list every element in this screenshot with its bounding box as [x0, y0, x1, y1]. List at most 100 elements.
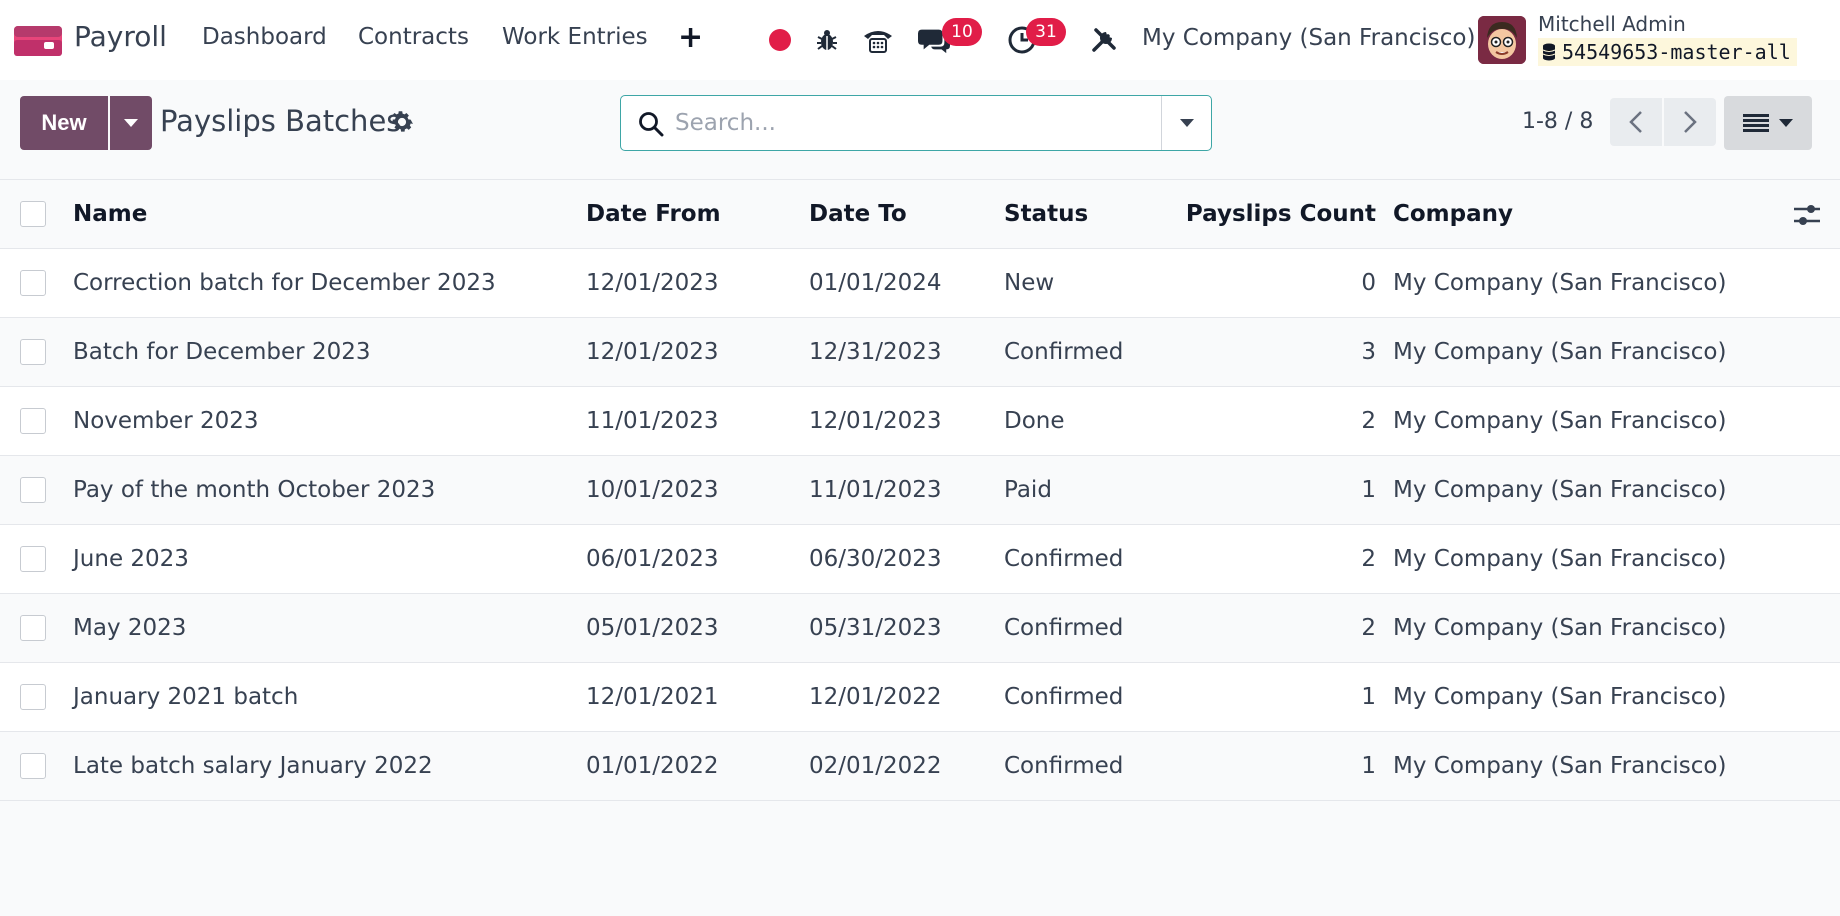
search-options-toggle[interactable] — [1161, 96, 1211, 150]
column-header-name[interactable]: Name — [73, 180, 147, 248]
cell-payslips-count: 2 — [1361, 615, 1376, 641]
cell-date-to: 12/01/2022 — [809, 684, 942, 710]
column-header-status[interactable]: Status — [1004, 180, 1088, 248]
cell-name: May 2023 — [73, 615, 187, 641]
cell-payslips-count: 0 — [1361, 270, 1376, 296]
cell-status: New — [1004, 270, 1055, 296]
chevron-left-icon — [1629, 111, 1642, 133]
cell-company: My Company (San Francisco) — [1393, 615, 1727, 641]
database-icon — [1542, 43, 1556, 61]
chevron-right-icon — [1684, 111, 1697, 133]
cell-date-to: 12/31/2023 — [809, 339, 942, 365]
row-checkbox[interactable] — [20, 408, 46, 434]
view-switcher-button[interactable] — [1724, 96, 1812, 150]
cell-name: Correction batch for December 2023 — [73, 270, 496, 296]
cell-date-to: 01/01/2024 — [809, 270, 942, 296]
new-button[interactable]: New — [20, 96, 108, 150]
cell-date-to: 02/01/2022 — [809, 753, 942, 779]
table-row[interactable]: Batch for December 2023 12/01/2023 12/31… — [0, 318, 1840, 387]
optional-columns-icon[interactable] — [1792, 200, 1822, 230]
column-header-company[interactable]: Company — [1393, 180, 1513, 248]
phone-icon[interactable] — [862, 24, 894, 56]
row-checkbox[interactable] — [20, 684, 46, 710]
menu-work-entries[interactable]: Work Entries — [502, 24, 648, 50]
cell-date-from: 12/01/2023 — [586, 270, 719, 296]
cell-name: Late batch salary January 2022 — [73, 753, 433, 779]
menu-contracts[interactable]: Contracts — [358, 24, 469, 50]
gear-icon[interactable] — [388, 108, 416, 136]
cell-date-to: 06/30/2023 — [809, 546, 942, 572]
cell-payslips-count: 1 — [1361, 753, 1376, 779]
table-row[interactable]: Late batch salary January 2022 01/01/202… — [0, 732, 1840, 801]
cell-company: My Company (San Francisco) — [1393, 339, 1727, 365]
menu-dashboard[interactable]: Dashboard — [202, 24, 327, 50]
caret-down-icon — [1179, 119, 1194, 127]
cell-company: My Company (San Francisco) — [1393, 684, 1727, 710]
row-checkbox[interactable] — [20, 270, 46, 296]
database-name: 54549653-master-all — [1538, 38, 1797, 66]
cell-date-to: 05/31/2023 — [809, 615, 942, 641]
row-checkbox[interactable] — [20, 546, 46, 572]
cell-payslips-count: 3 — [1361, 339, 1376, 365]
cell-name: January 2021 batch — [73, 684, 299, 710]
user-avatar[interactable] — [1478, 16, 1526, 64]
cell-company: My Company (San Francisco) — [1393, 270, 1727, 296]
user-name[interactable]: Mitchell Admin — [1538, 12, 1686, 36]
column-header-date-to[interactable]: Date To — [809, 180, 907, 248]
table-header: Name Date From Date To Status Payslips C… — [0, 179, 1840, 249]
activities-badge: 31 — [1026, 18, 1066, 46]
settings-tools-icon[interactable] — [1088, 24, 1120, 56]
table-row[interactable]: Correction batch for December 2023 12/01… — [0, 249, 1840, 318]
table-row[interactable]: Pay of the month October 2023 10/01/2023… — [0, 456, 1840, 525]
cell-name: June 2023 — [73, 546, 189, 572]
cell-date-from: 06/01/2023 — [586, 546, 719, 572]
new-dropdown-toggle[interactable] — [110, 96, 152, 150]
list-table: Name Date From Date To Status Payslips C… — [0, 179, 1840, 801]
company-switcher[interactable]: My Company (San Francisco) — [1142, 25, 1475, 51]
cell-date-to: 11/01/2023 — [809, 477, 942, 503]
database-label: 54549653-master-all — [1562, 40, 1791, 64]
messages-badge: 10 — [942, 18, 982, 46]
cell-date-from: 11/01/2023 — [586, 408, 719, 434]
caret-down-icon — [124, 119, 138, 127]
cell-date-from: 10/01/2023 — [586, 477, 719, 503]
cell-company: My Company (San Francisco) — [1393, 546, 1727, 572]
row-checkbox[interactable] — [20, 339, 46, 365]
cell-name: Batch for December 2023 — [73, 339, 371, 365]
column-header-date-from[interactable]: Date From — [586, 180, 721, 248]
cell-payslips-count: 1 — [1361, 684, 1376, 710]
cell-name: November 2023 — [73, 408, 259, 434]
cell-payslips-count: 2 — [1361, 546, 1376, 572]
column-header-payslips-count[interactable]: Payslips Count — [1180, 180, 1376, 248]
cell-company: My Company (San Francisco) — [1393, 408, 1727, 434]
cell-status: Confirmed — [1004, 753, 1124, 779]
top-navbar: Payroll Dashboard Contracts Work Entries… — [0, 0, 1840, 80]
cell-date-from: 01/01/2022 — [586, 753, 719, 779]
row-checkbox[interactable] — [20, 753, 46, 779]
pager-value[interactable]: 1-8 / 8 — [1522, 109, 1593, 134]
select-all-checkbox[interactable] — [20, 201, 46, 227]
cell-status: Paid — [1004, 477, 1052, 503]
pager-next-button[interactable] — [1664, 98, 1716, 146]
table-row[interactable]: November 2023 11/01/2023 12/01/2023 Done… — [0, 387, 1840, 456]
table-row[interactable]: June 2023 06/01/2023 06/30/2023 Confirme… — [0, 525, 1840, 594]
cell-status: Confirmed — [1004, 339, 1124, 365]
cell-payslips-count: 2 — [1361, 408, 1376, 434]
row-checkbox[interactable] — [20, 615, 46, 641]
cell-status: Done — [1004, 408, 1065, 434]
app-name[interactable]: Payroll — [74, 20, 167, 53]
payroll-app-icon[interactable] — [14, 26, 62, 56]
cell-date-from: 12/01/2023 — [586, 339, 719, 365]
search-input[interactable] — [675, 104, 1175, 142]
row-checkbox[interactable] — [20, 477, 46, 503]
search-icon — [639, 112, 664, 137]
debug-bug-icon[interactable] — [811, 24, 843, 56]
cell-company: My Company (San Francisco) — [1393, 477, 1727, 503]
table-row[interactable]: May 2023 05/01/2023 05/31/2023 Confirmed… — [0, 594, 1840, 663]
record-icon[interactable] — [769, 29, 791, 51]
cell-status: Confirmed — [1004, 684, 1124, 710]
pager-previous-button[interactable] — [1610, 98, 1662, 146]
add-menu-button[interactable]: + — [678, 20, 703, 55]
table-row[interactable]: January 2021 batch 12/01/2021 12/01/2022… — [0, 663, 1840, 732]
cell-payslips-count: 1 — [1361, 477, 1376, 503]
